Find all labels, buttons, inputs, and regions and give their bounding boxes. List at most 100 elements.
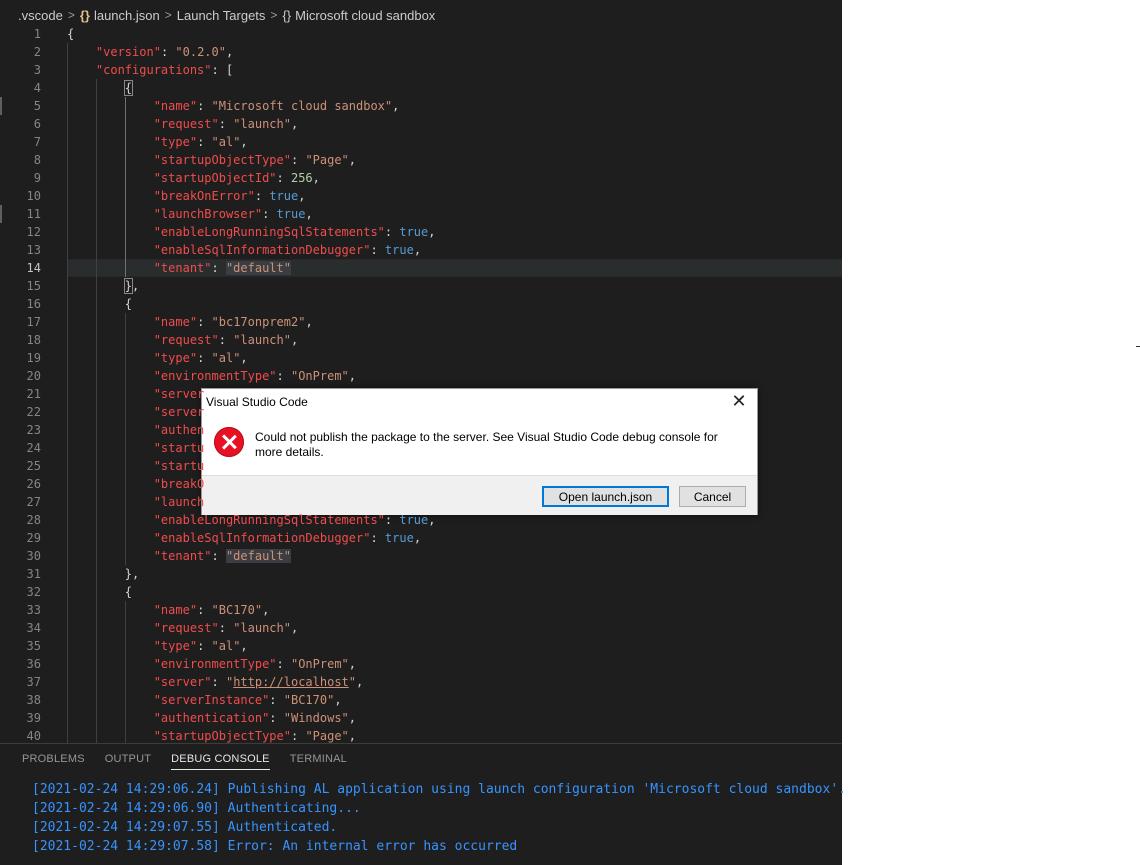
console-line: [2021-02-24 14:29:07.55] Authenticated. [32, 820, 338, 835]
code-line[interactable]: 30 "tenant": "default" [0, 547, 842, 565]
code-line[interactable]: 13 "enableSqlInformationDebugger": true, [0, 241, 842, 259]
open-launch-json-button[interactable]: Open launch.json [542, 486, 669, 507]
code-line[interactable]: 6 "request": "launch", [0, 115, 842, 133]
code-token: : [197, 639, 212, 653]
object-icon: {} [282, 7, 292, 23]
code-line[interactable]: 34 "request": "launch", [0, 619, 842, 637]
code-line[interactable]: 19 "type": "al", [0, 349, 842, 367]
code-token: "OnPrem" [290, 657, 349, 671]
line-number: 22 [26, 405, 41, 419]
code-token: "launch" [233, 117, 291, 131]
code-token: : [269, 693, 284, 707]
code-line[interactable]: 32 { [0, 583, 842, 601]
line-number: 29 [26, 531, 41, 545]
code-line[interactable]: 37 "server": "http://localhost", [0, 673, 842, 691]
code-text: "breakOnError": true, [67, 187, 306, 205]
code-token: "name" [153, 603, 198, 617]
code-line[interactable]: 40 "startupObjectType": "Page", [0, 727, 842, 743]
code-line[interactable]: 12 "enableLongRunningSqlStatements": tru… [0, 223, 842, 241]
code-token: "startu [153, 459, 205, 473]
code-token: , [305, 207, 313, 221]
code-line[interactable]: 3 "configurations": [ [0, 61, 842, 79]
code-token: "enableSqlInformationDebugger" [153, 243, 371, 257]
code-token: "al" [211, 351, 241, 365]
line-number: 3 [33, 63, 41, 77]
code-line[interactable]: 33 "name": "BC170", [0, 601, 842, 619]
code-text: }, [67, 565, 139, 583]
code-line[interactable]: 14 "tenant": "default" [0, 259, 842, 277]
code-token: , [225, 45, 234, 59]
code-token: "enableSqlInformationDebugger" [153, 531, 371, 545]
code-line[interactable]: 35 "type": "al", [0, 637, 842, 655]
code-line[interactable]: 2 "version": "0.2.0", [0, 43, 842, 61]
code-token: : [370, 243, 385, 257]
code-line[interactable]: 29 "enableSqlInformationDebugger": true, [0, 529, 842, 547]
code-line[interactable]: 17 "name": "bc17onprem2", [0, 313, 842, 331]
line-number: 28 [26, 513, 41, 527]
dialog-title-bar: Visual Studio Code [202, 389, 757, 414]
tab-output[interactable]: OUTPUT [105, 753, 151, 770]
code-token: , [348, 369, 357, 383]
code-token: "Page" [305, 153, 349, 167]
breadcrumb-folder[interactable]: .vscode [18, 8, 63, 23]
code-line[interactable]: 4 { [0, 79, 842, 97]
line-number: 40 [26, 729, 41, 743]
tab-debug-console[interactable]: DEBUG CONSOLE [171, 753, 270, 770]
code-token: "name" [153, 99, 198, 113]
code-token: "default" [225, 549, 291, 563]
code-text: "server [67, 403, 205, 421]
code-token: : [197, 351, 212, 365]
tab-problems[interactable]: PROBLEMS [22, 753, 85, 770]
code-text: "version": "0.2.0", [67, 43, 233, 61]
code-text: "authen [67, 421, 205, 439]
code-token: , [413, 531, 422, 545]
edge-mark [1136, 346, 1140, 347]
code-text: "type": "al", [67, 349, 248, 367]
code-line[interactable]: 36 "environmentType": "OnPrem", [0, 655, 842, 673]
breadcrumb-file[interactable]: launch.json [94, 8, 160, 23]
code-token: , [305, 315, 313, 329]
code-token: "request" [153, 333, 219, 347]
tab-terminal[interactable]: TERMINAL [290, 753, 347, 770]
code-text: "startu [67, 439, 205, 457]
code-line[interactable]: 15 }, [0, 277, 842, 295]
code-line[interactable]: 31 }, [0, 565, 842, 583]
code-token: , [312, 171, 320, 185]
code-token: : [218, 333, 234, 347]
code-line[interactable]: 39 "authentication": "Windows", [0, 709, 842, 727]
close-icon[interactable]: ✕ [729, 391, 749, 411]
code-line[interactable]: 9 "startupObjectId": 256, [0, 169, 842, 187]
line-number: 1 [33, 27, 41, 41]
code-line[interactable]: 1{ [0, 25, 842, 43]
code-text: "name": "Microsoft cloud sandbox", [67, 97, 400, 115]
debug-console-output[interactable]: [2021-02-24 14:29:06.24] Publishing AL a… [32, 780, 846, 856]
code-editor[interactable]: 1{2 "version": "0.2.0", 3 "configurations… [0, 25, 842, 743]
code-line[interactable]: 16 { [0, 295, 842, 313]
code-token: : [ [211, 63, 234, 77]
cancel-button[interactable]: Cancel [679, 486, 746, 507]
code-token: { [123, 80, 134, 96]
code-token: : [197, 603, 212, 617]
code-token: , [262, 603, 270, 617]
code-token: "breakO [153, 477, 205, 491]
line-number: 38 [26, 693, 41, 707]
line-number: 35 [26, 639, 41, 653]
code-line[interactable]: 20 "environmentType": "OnPrem", [0, 367, 842, 385]
code-line[interactable]: 38 "serverInstance": "BC170", [0, 691, 842, 709]
code-line[interactable]: 8 "startupObjectType": "Page", [0, 151, 842, 169]
code-token: "configurations" [95, 63, 212, 77]
breadcrumb-item[interactable]: Microsoft cloud sandbox [295, 8, 435, 23]
code-line[interactable]: 10 "breakOnError": true, [0, 187, 842, 205]
breadcrumb-section[interactable]: Launch Targets [177, 8, 266, 23]
code-token: , [348, 153, 357, 167]
code-token: "request" [153, 117, 219, 131]
code-line[interactable]: 18 "request": "launch", [0, 331, 842, 349]
code-text: "request": "launch", [67, 115, 299, 133]
code-token: { [124, 585, 133, 599]
code-token: "startupObjectType" [153, 729, 291, 743]
code-line[interactable]: 5 "name": "Microsoft cloud sandbox", [0, 97, 842, 115]
code-line[interactable]: 7 "type": "al", [0, 133, 842, 151]
code-text: "startu [67, 457, 205, 475]
code-text: { [67, 79, 134, 97]
code-line[interactable]: 11 "launchBrowser": true, [0, 205, 842, 223]
